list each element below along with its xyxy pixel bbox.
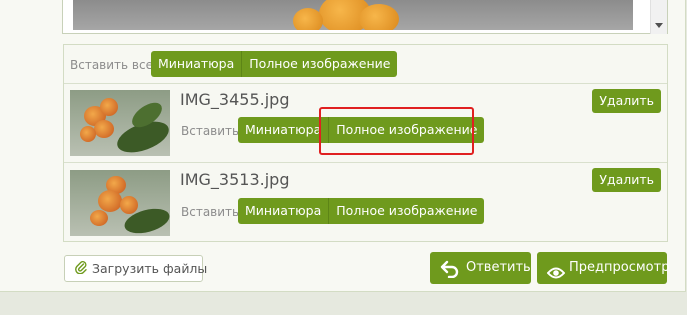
insert-buttons: Миниатюра Полное изображение <box>238 198 485 224</box>
inserted-image[interactable] <box>73 0 633 30</box>
insert-thumbnail-button[interactable]: Миниатюра <box>238 198 330 224</box>
delete-button[interactable]: Удалить <box>592 89 661 113</box>
insert-all-row: Вставить все: Миниатюра Полное изображен… <box>64 45 667 84</box>
reply-button[interactable]: Ответить <box>430 252 531 284</box>
preview-label: Предпросмотр <box>569 260 670 275</box>
scroll-down-arrow-icon[interactable] <box>655 23 663 28</box>
insert-label: Вставить: <box>181 205 244 219</box>
message-editor[interactable] <box>62 0 668 34</box>
reply-arrow-icon <box>440 259 460 291</box>
insert-all-label: Вставить все: <box>70 58 158 72</box>
insert-thumbnail-button[interactable]: Миниатюра <box>238 117 330 143</box>
insert-label: Вставить: <box>181 124 244 138</box>
insert-all-full-button[interactable]: Полное изображение <box>242 51 398 77</box>
attachment-filename[interactable]: IMG_3455.jpg <box>180 90 289 109</box>
attachment-item: IMG_3513.jpg Вставить: Миниатюра Полное … <box>64 162 667 241</box>
attachment-filename[interactable]: IMG_3513.jpg <box>180 170 289 189</box>
delete-button[interactable]: Удалить <box>592 168 661 192</box>
editor-scrollbar[interactable] <box>650 0 667 34</box>
paperclip-icon <box>75 257 89 282</box>
highlight-box <box>319 107 474 155</box>
preview-button[interactable]: Предпросмотр <box>537 252 670 284</box>
attachment-thumbnail[interactable] <box>70 170 170 236</box>
upload-files-button[interactable]: Загрузить файлы <box>64 255 207 282</box>
insert-full-image-button[interactable]: Полное изображение <box>329 198 485 224</box>
upload-files-label: Загрузить файлы <box>92 261 208 276</box>
reply-label: Ответить <box>466 260 531 275</box>
eye-icon <box>546 261 566 293</box>
attachment-thumbnail[interactable] <box>70 90 170 156</box>
page-background <box>0 292 687 315</box>
insert-all-buttons: Миниатюра Полное изображение <box>151 51 398 77</box>
insert-all-thumbnail-button[interactable]: Миниатюра <box>151 51 243 77</box>
